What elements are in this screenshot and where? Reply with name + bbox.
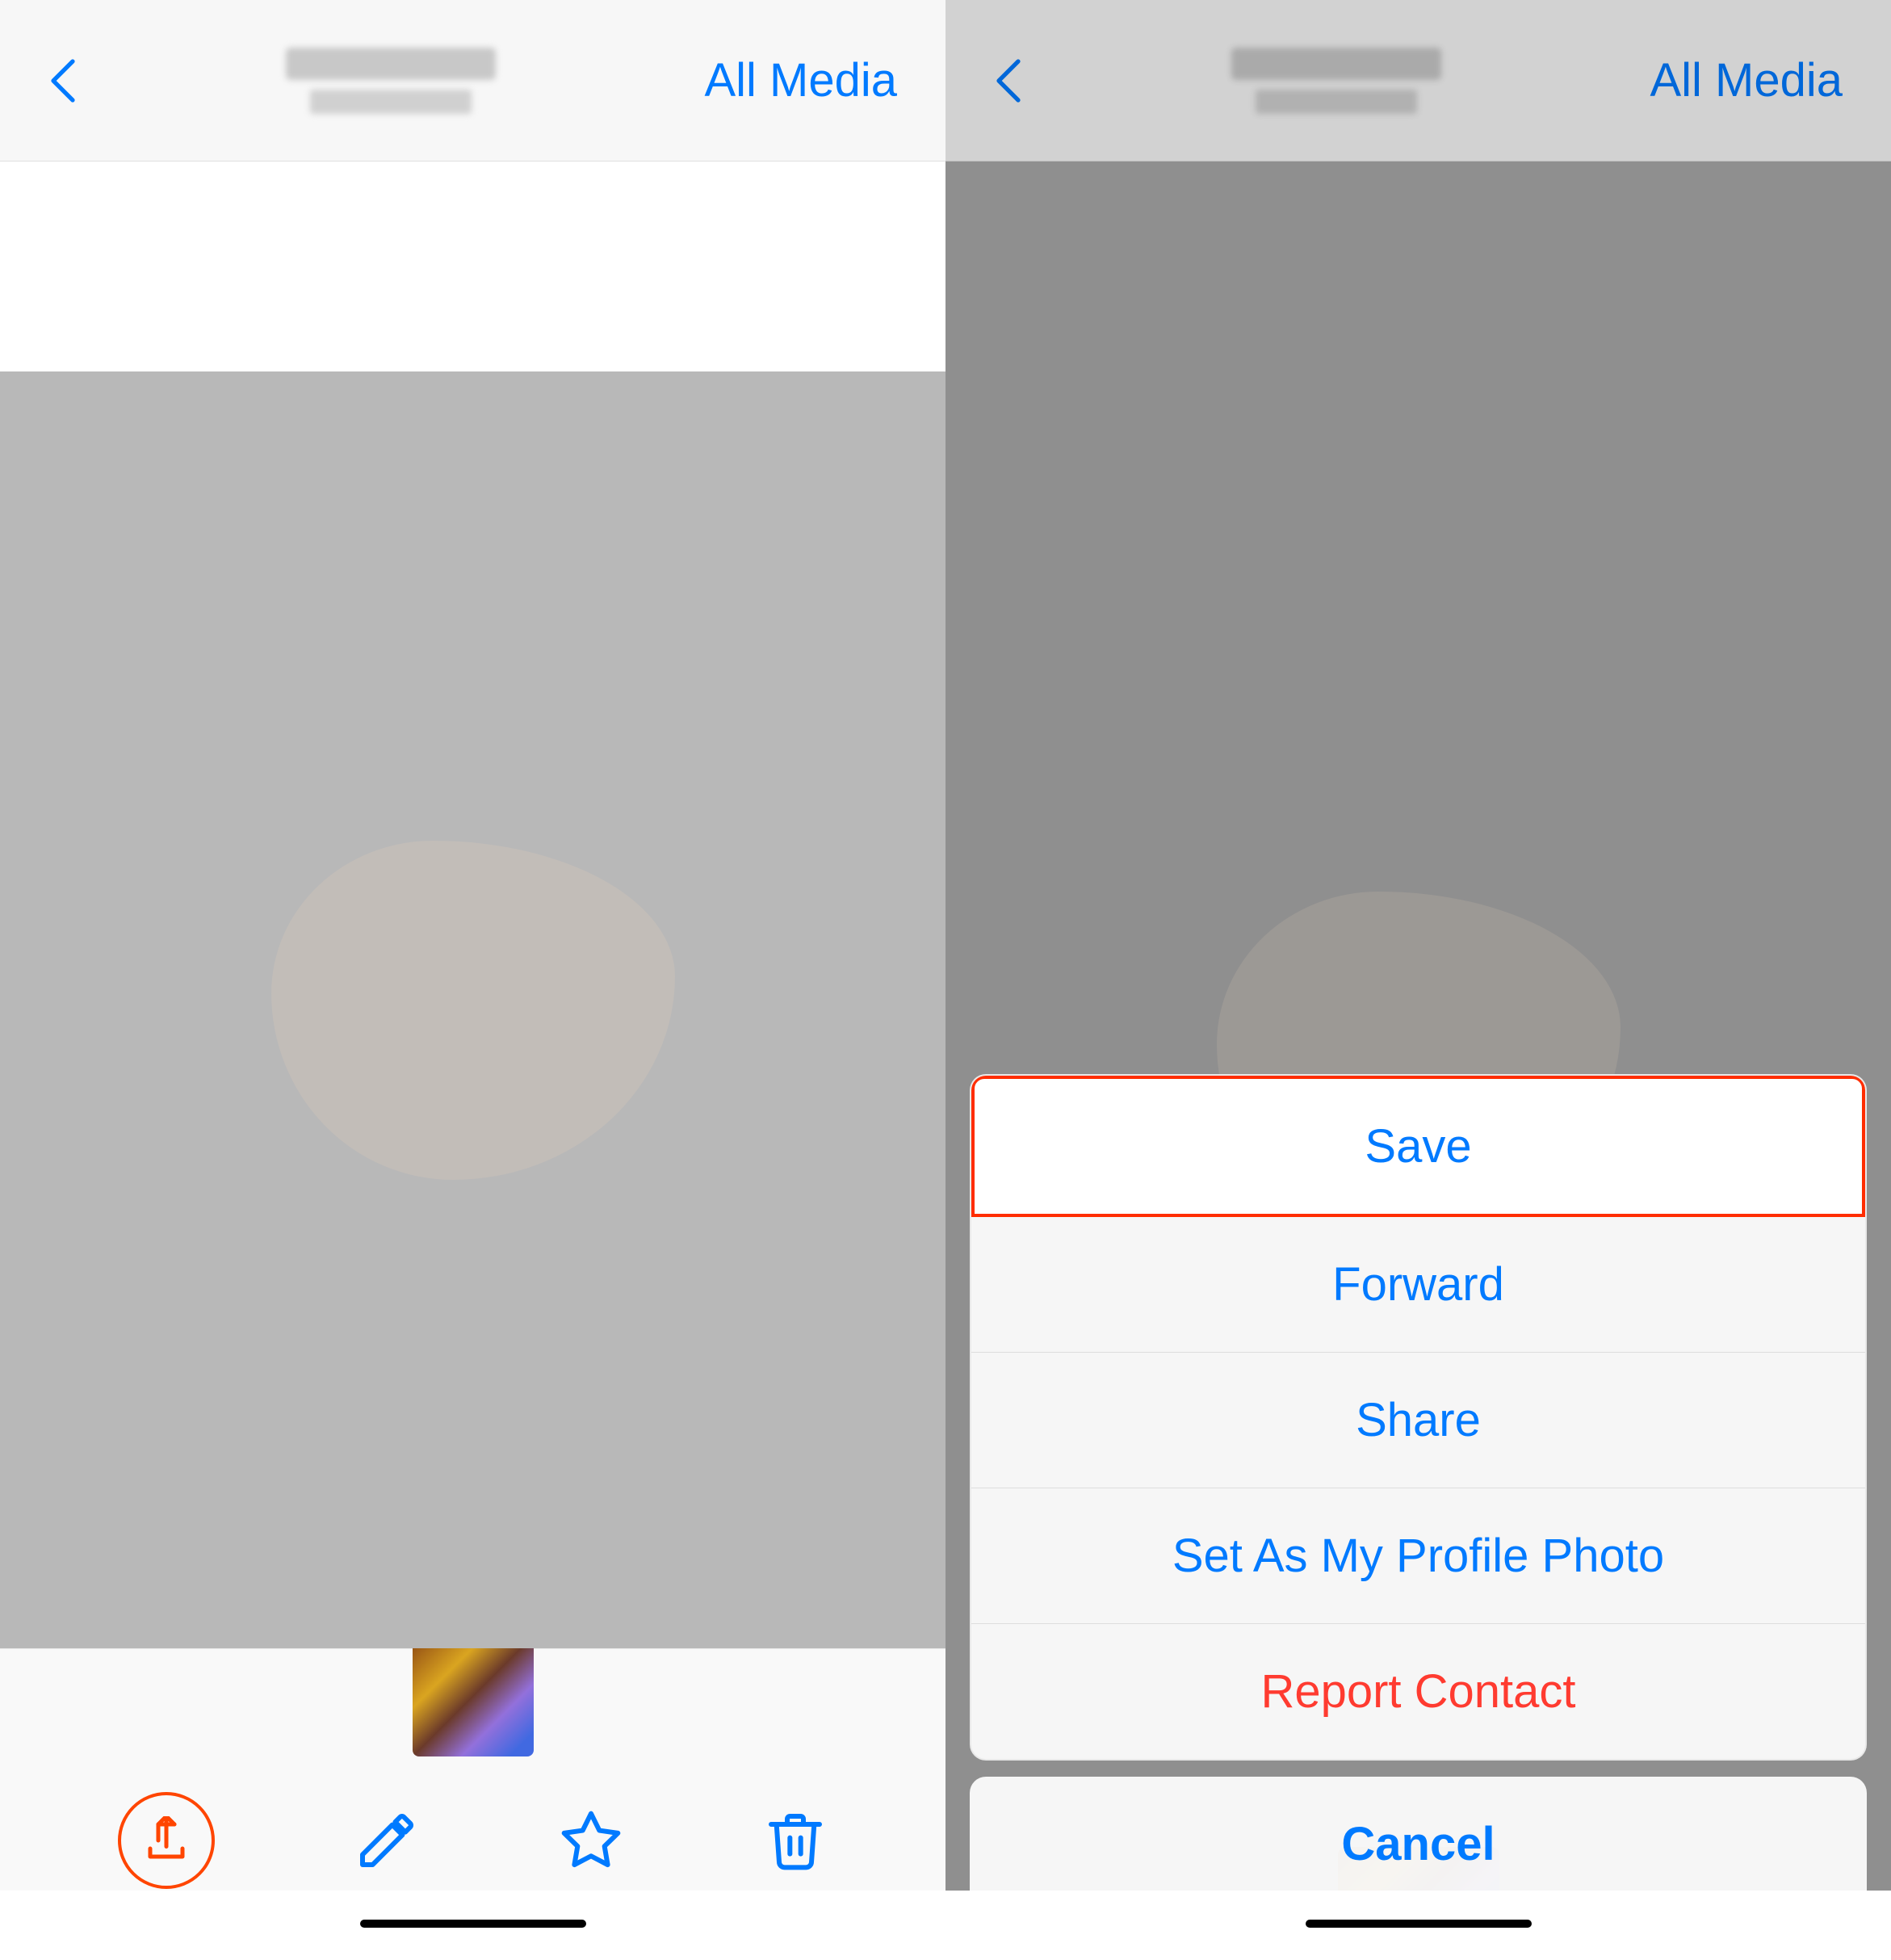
left-nav-title-blurred	[286, 48, 496, 80]
trash-button[interactable]	[763, 1808, 828, 1873]
home-indicator-left	[360, 1920, 586, 1928]
left-white-strip	[0, 162, 946, 371]
share-icon[interactable]	[118, 1792, 215, 1889]
action-sheet-main-group: Save Forward Share Set As My Profile Pho…	[970, 1074, 1867, 1761]
action-share-button[interactable]: Share	[971, 1353, 1865, 1488]
left-nav-bar: All Media	[0, 0, 946, 162]
share-button[interactable]	[118, 1792, 215, 1889]
action-report-contact-button[interactable]: Report Contact	[971, 1624, 1865, 1759]
draw-button[interactable]	[354, 1808, 419, 1873]
thumbnail-image[interactable]	[413, 1635, 534, 1756]
action-sheet: Save Forward Share Set As My Profile Pho…	[970, 1074, 1867, 1912]
left-nav-subtitle-blurred	[310, 90, 472, 114]
left-bottom-toolbar	[0, 1648, 946, 1891]
action-sheet-overlay: Save Forward Share Set As My Profile Pho…	[946, 0, 1891, 1960]
action-save-button[interactable]: Save	[971, 1076, 1865, 1217]
action-forward-button[interactable]: Forward	[971, 1217, 1865, 1353]
left-back-button[interactable]	[48, 55, 78, 107]
left-photo-blob	[271, 841, 675, 1180]
home-indicator-right	[1306, 1920, 1532, 1928]
left-panel: All Media	[0, 0, 946, 1960]
left-photo-area	[0, 371, 946, 1648]
right-panel: All Media Save Forward Share Set As My	[946, 0, 1891, 1960]
left-nav-title-area	[286, 48, 496, 114]
action-set-profile-photo-button[interactable]: Set As My Profile Photo	[971, 1488, 1865, 1624]
left-all-media-button[interactable]: All Media	[704, 53, 897, 107]
star-button[interactable]	[559, 1808, 623, 1873]
